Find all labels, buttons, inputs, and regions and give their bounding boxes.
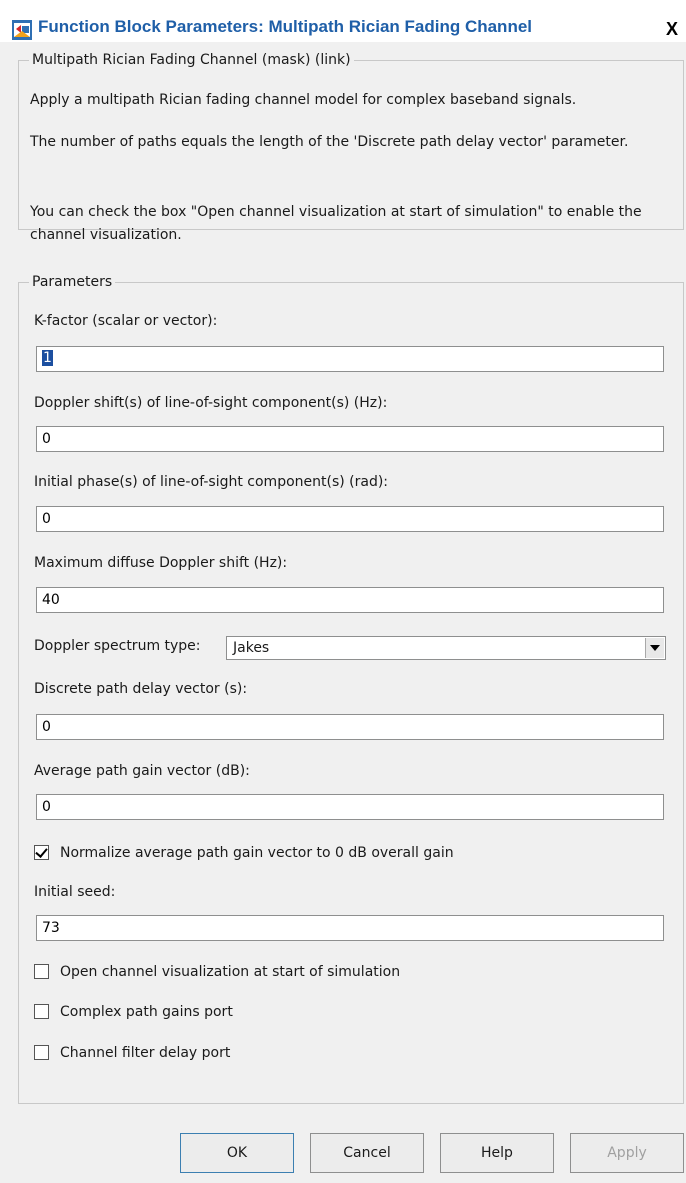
- initial-phase-label: Initial phase(s) of line-of-sight compon…: [34, 474, 389, 490]
- description-text-3: You can check the box "Open channel visu…: [30, 204, 642, 243]
- doppler-los-label: Doppler shift(s) of line-of-sight compon…: [34, 395, 388, 411]
- cancel-button[interactable]: Cancel: [310, 1133, 424, 1173]
- help-button[interactable]: Help: [440, 1133, 554, 1173]
- ok-button[interactable]: OK: [180, 1133, 294, 1173]
- path-gain-input[interactable]: [36, 794, 664, 820]
- description-legend: Multipath Rician Fading Channel (mask) (…: [32, 52, 351, 68]
- window-title: Function Block Parameters: Multipath Ric…: [38, 17, 533, 36]
- chevron-down-icon[interactable]: [645, 638, 664, 658]
- max-doppler-input[interactable]: [36, 587, 664, 613]
- close-button[interactable]: X: [660, 18, 684, 40]
- k-factor-label: K-factor (scalar or vector):: [34, 313, 218, 329]
- initial-seed-input[interactable]: [36, 915, 664, 941]
- apply-button[interactable]: Apply: [570, 1133, 684, 1173]
- open-viz-checkbox[interactable]: [34, 964, 49, 979]
- filter-delay-port-label: Channel filter delay port: [60, 1045, 231, 1061]
- open-viz-label: Open channel visualization at start of s…: [60, 964, 401, 980]
- title-bar: Function Block Parameters: Multipath Ric…: [0, 0, 686, 42]
- path-delay-input[interactable]: [36, 714, 664, 740]
- max-doppler-label: Maximum diffuse Doppler shift (Hz):: [34, 555, 288, 571]
- doppler-los-input[interactable]: [36, 426, 664, 452]
- doppler-spectrum-select[interactable]: Jakes: [226, 636, 666, 660]
- complex-gains-port-checkbox[interactable]: [34, 1004, 49, 1019]
- initial-phase-input[interactable]: [36, 506, 664, 532]
- k-factor-value: 1: [42, 350, 53, 366]
- initial-seed-label: Initial seed:: [34, 884, 116, 900]
- doppler-spectrum-value: Jakes: [233, 640, 270, 656]
- complex-gains-port-label: Complex path gains port: [60, 1004, 233, 1020]
- k-factor-input[interactable]: 1: [36, 346, 664, 372]
- path-gain-label: Average path gain vector (dB):: [34, 763, 250, 779]
- simulink-block-icon: [12, 20, 32, 40]
- parameters-legend: Parameters: [32, 274, 113, 290]
- normalize-label: Normalize average path gain vector to 0 …: [60, 845, 454, 861]
- description-text-2: The number of paths equals the length of…: [30, 134, 629, 150]
- filter-delay-port-checkbox[interactable]: [34, 1045, 49, 1060]
- description-text-1: Apply a multipath Rician fading channel …: [30, 92, 577, 108]
- path-delay-label: Discrete path delay vector (s):: [34, 681, 248, 697]
- doppler-spectrum-label: Doppler spectrum type:: [34, 638, 201, 654]
- normalize-checkbox[interactable]: [34, 845, 49, 860]
